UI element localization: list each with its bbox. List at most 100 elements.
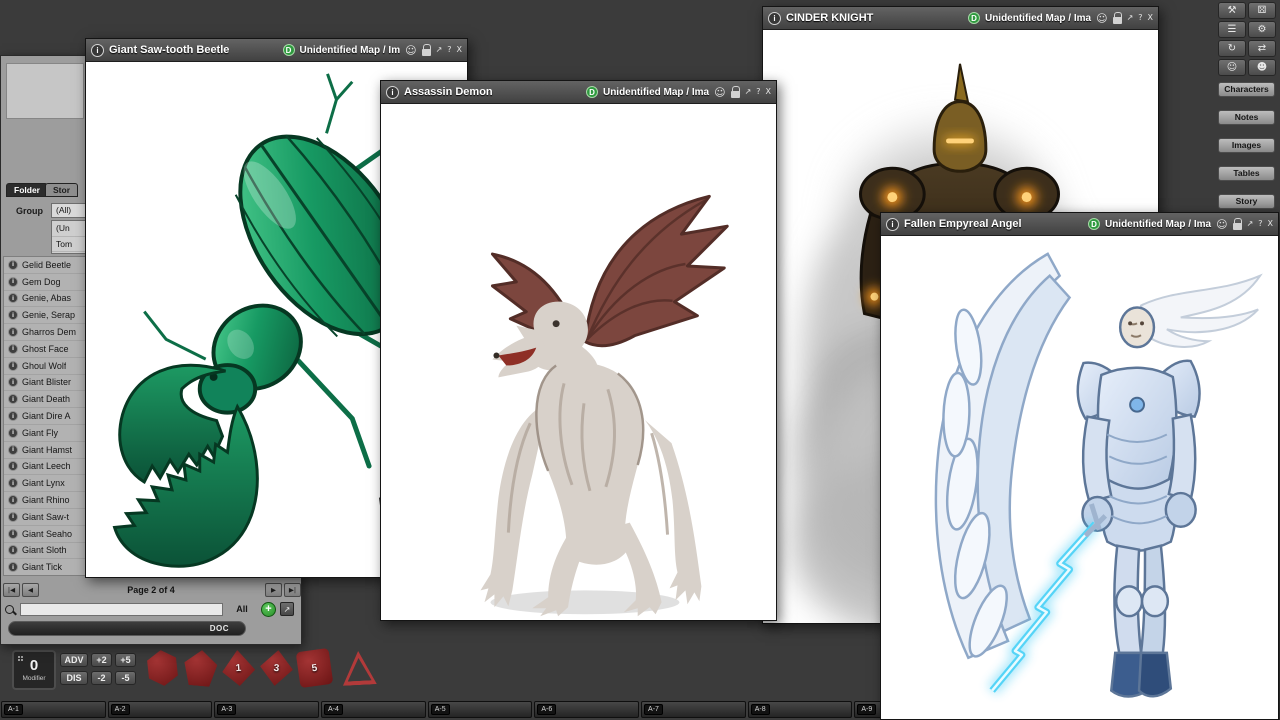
close-button[interactable]: X [1148, 12, 1153, 22]
module-icon[interactable]: D [968, 12, 980, 24]
player-icon[interactable]: ☺ [1218, 59, 1246, 76]
disadvantage-button[interactable]: DIS [60, 671, 88, 685]
lock-icon[interactable] [1113, 17, 1122, 24]
plus2-button[interactable]: +2 [91, 653, 112, 667]
party-icon[interactable]: ☻ [1248, 59, 1276, 76]
sidebar: Characters Notes Images Tables Story [1218, 82, 1275, 209]
info-icon: i [8, 361, 18, 371]
die-d10-icon[interactable]: 1 [221, 649, 256, 687]
maximize-button[interactable]: ↗ [436, 44, 443, 54]
lock-icon[interactable] [1233, 223, 1242, 230]
window-title: Assassin Demon [404, 86, 493, 98]
add-record-button[interactable]: + [261, 602, 276, 617]
search-input[interactable] [20, 603, 223, 616]
modifier-box[interactable]: 0 Modifier [12, 650, 56, 690]
token-icon[interactable]: ☺ [1096, 13, 1107, 24]
map-breadcrumb[interactable]: Unidentified Map / Ima [985, 13, 1091, 24]
hotbar-slot[interactable]: A-5 [428, 701, 533, 718]
tools-icon[interactable]: ⚒ [1218, 2, 1246, 19]
module-icon[interactable]: D [283, 44, 295, 56]
close-button[interactable]: X [766, 86, 771, 96]
window-titlebar[interactable]: i CINDER KNIGHT D Unidentified Map / Ima… [763, 7, 1158, 30]
tab-folder[interactable]: Folder [6, 183, 48, 197]
die-d6-icon[interactable]: 5 [296, 648, 334, 688]
close-button[interactable]: X [1268, 218, 1273, 228]
chat-icon[interactable]: ☰ [1218, 21, 1246, 38]
sync-icon[interactable]: ↻ [1218, 40, 1246, 57]
search-icon [4, 603, 16, 616]
token-icon[interactable]: ☺ [714, 87, 725, 98]
info-icon: i [8, 478, 18, 488]
hotbar-slot[interactable]: A-1 [1, 701, 106, 718]
last-page-button[interactable]: ▶| [284, 583, 301, 597]
module-icon[interactable]: D [586, 86, 598, 98]
minus5-button[interactable]: -5 [115, 671, 136, 685]
image-canvas[interactable] [381, 104, 776, 620]
dice-icon[interactable]: ⚄ [1248, 2, 1276, 19]
maximize-button[interactable]: ↗ [745, 86, 752, 96]
open-window-button[interactable]: ↗ [280, 602, 294, 616]
hotbar-slot[interactable]: A-8 [748, 701, 853, 718]
info-icon: i [8, 411, 18, 421]
maximize-button[interactable]: ↗ [1127, 12, 1134, 22]
tab-story[interactable]: Stor [45, 183, 78, 197]
map-breadcrumb[interactable]: Unidentified Map / Ima [603, 87, 709, 98]
module-icon[interactable]: D [1088, 218, 1100, 230]
die-d20-icon[interactable] [144, 648, 181, 687]
hotbar-slot[interactable]: A-2 [108, 701, 213, 718]
info-icon: i [8, 461, 18, 471]
info-icon[interactable]: i [386, 86, 399, 99]
map-breadcrumb[interactable]: Unidentified Map / Ima [1105, 219, 1211, 230]
window-titlebar[interactable]: i Giant Saw-tooth Beetle D Unidentified … [86, 39, 467, 62]
map-breadcrumb[interactable]: Unidentified Map / Im [300, 45, 401, 56]
plus5-button[interactable]: +5 [115, 653, 136, 667]
list-item-label: Giant Saw-t [22, 512, 69, 522]
token-icon[interactable]: ☺ [405, 45, 416, 56]
options-icon[interactable]: ⚙ [1248, 21, 1276, 38]
window-titlebar[interactable]: i Fallen Empyreal Angel D Unidentified M… [881, 213, 1278, 236]
help-button[interactable]: ? [1258, 218, 1262, 228]
info-icon: i [8, 529, 18, 539]
info-icon[interactable]: i [768, 12, 781, 25]
die-d12-icon[interactable] [182, 649, 218, 688]
die-d8-icon[interactable]: 3 [258, 648, 295, 687]
sidebar-button-tables[interactable]: Tables [1218, 166, 1275, 181]
token-icon[interactable]: ☺ [1216, 219, 1227, 230]
window-titlebar[interactable]: i Assassin Demon D Unidentified Map / Im… [381, 81, 776, 104]
minus2-button[interactable]: -2 [91, 671, 112, 685]
hotbar-slot-label: A-7 [644, 704, 663, 715]
sidebar-button-images[interactable]: Images [1218, 138, 1275, 153]
info-icon: i [8, 344, 18, 354]
group-label: Group [16, 206, 43, 216]
hotbar-slot-label: A-6 [537, 704, 556, 715]
hotbar-slot[interactable]: A-4 [321, 701, 426, 718]
hotbar-slot[interactable]: A-6 [534, 701, 639, 718]
next-page-button[interactable]: ▶ [265, 583, 282, 597]
help-button[interactable]: ? [756, 86, 760, 96]
sidebar-button-story[interactable]: Story [1218, 194, 1275, 209]
filter-all-button[interactable]: All [227, 604, 257, 614]
close-button[interactable]: X [457, 44, 462, 54]
info-icon[interactable]: i [91, 44, 104, 57]
swap-icon[interactable]: ⇄ [1248, 40, 1276, 57]
sidebar-button-notes[interactable]: Notes [1218, 110, 1275, 125]
prev-page-button[interactable]: ◀ [22, 583, 39, 597]
info-icon: i [8, 445, 18, 455]
help-button[interactable]: ? [1138, 12, 1142, 22]
lock-icon[interactable] [731, 91, 740, 98]
hotbar-slot[interactable]: A-3 [214, 701, 319, 718]
first-page-button[interactable]: |◀ [3, 583, 20, 597]
app-root: Folder Stor Group (All) (Un Tom i Gelid … [0, 0, 1280, 720]
image-canvas[interactable] [881, 236, 1278, 719]
library-preview-panel [6, 63, 84, 119]
sidebar-button-characters[interactable]: Characters [1218, 82, 1275, 97]
doc-dock[interactable]: DOC [8, 621, 246, 636]
advantage-button[interactable]: ADV [60, 653, 88, 667]
dice-tray: 1 3 5 [146, 650, 376, 686]
die-d4-icon[interactable] [341, 650, 377, 686]
info-icon[interactable]: i [886, 218, 899, 231]
lock-icon[interactable] [422, 49, 431, 56]
help-button[interactable]: ? [447, 44, 451, 54]
hotbar-slot[interactable]: A-7 [641, 701, 746, 718]
maximize-button[interactable]: ↗ [1247, 218, 1254, 228]
